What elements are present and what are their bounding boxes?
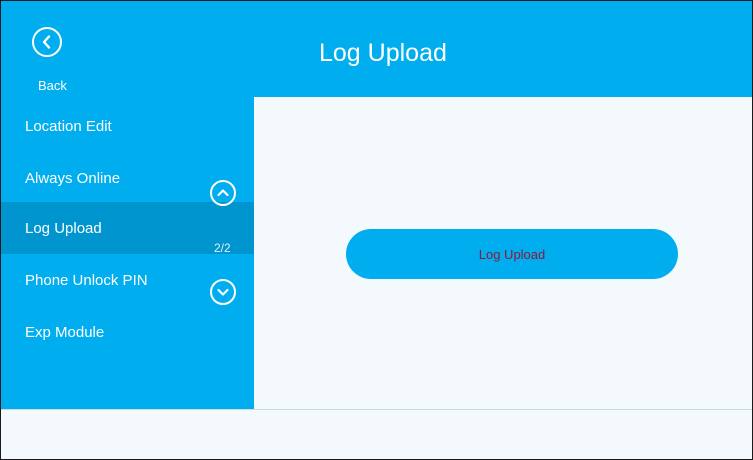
scroll-down-button[interactable] bbox=[210, 279, 236, 305]
sidebar-item-label: Exp Module bbox=[25, 324, 105, 341]
sidebar-item-label: Log Upload bbox=[25, 220, 102, 237]
content-panel: Log Upload bbox=[254, 97, 752, 409]
sidebar-item-label: Phone Unlock PIN bbox=[25, 272, 148, 289]
screen: Back Log Upload Location Edit Always Onl… bbox=[0, 0, 753, 460]
back-button[interactable]: Back bbox=[25, 25, 73, 93]
back-label: Back bbox=[38, 78, 67, 93]
header-bar: Back Log Upload bbox=[1, 1, 752, 97]
footer-bar bbox=[1, 409, 752, 459]
log-upload-button-label: Log Upload bbox=[478, 247, 546, 262]
page-title: Log Upload bbox=[319, 39, 447, 67]
sidebar-item-label: Always Online bbox=[25, 170, 121, 187]
sidebar-item-location-edit[interactable]: Location Edit bbox=[1, 100, 254, 152]
chevron-up-circle-icon bbox=[217, 189, 229, 197]
chevron-down-circle-icon bbox=[217, 288, 229, 296]
scroll-up-button[interactable] bbox=[210, 180, 236, 206]
sidebar-item-label: Location Edit bbox=[25, 118, 112, 135]
chevron-left-circle-icon bbox=[32, 27, 62, 57]
sidebar-item-exp-module[interactable]: Exp Module bbox=[1, 306, 254, 358]
page-indicator: 2/2 bbox=[214, 241, 231, 255]
log-upload-button[interactable]: Log Upload bbox=[346, 229, 678, 279]
sidebar: Location Edit Always Online Log Upload P… bbox=[1, 97, 254, 409]
